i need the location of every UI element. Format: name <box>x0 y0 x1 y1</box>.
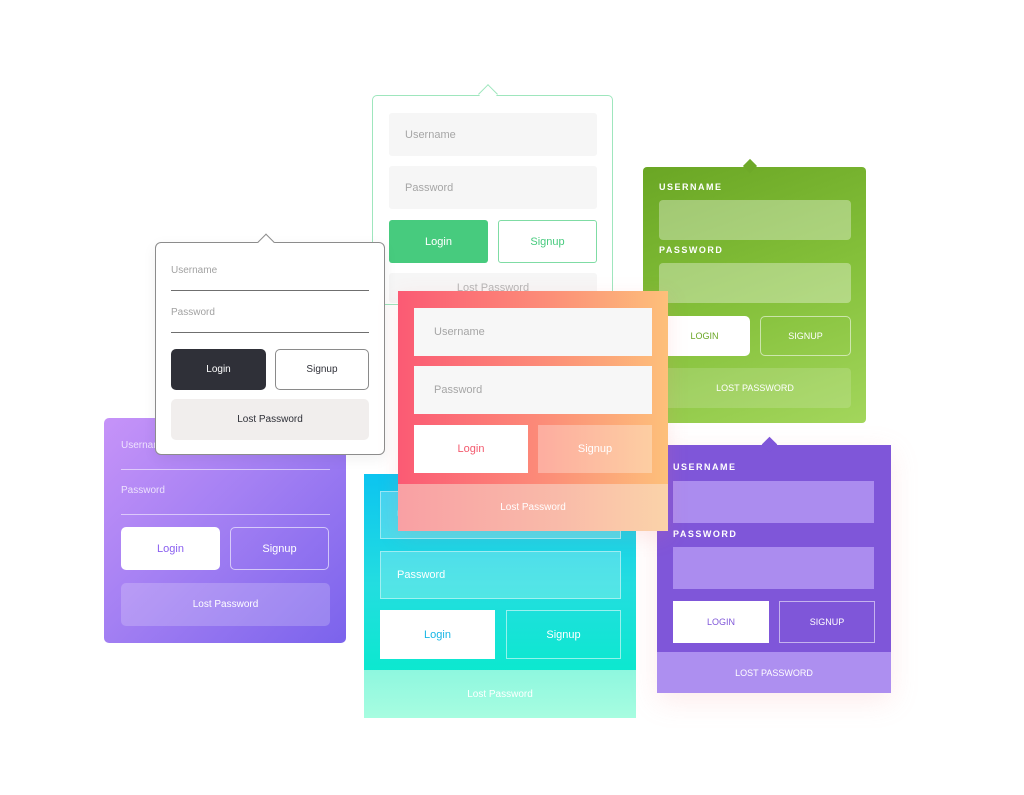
login-card-green: USERNAME PASSWORD LOGIN SIGNUP LOST PASS… <box>643 158 866 423</box>
login-button[interactable]: Login <box>389 220 488 263</box>
login-button[interactable]: Login <box>121 527 220 570</box>
login-card-violet: USERNAME PASSWORD LOGIN SIGNUP LOST PASS… <box>657 436 891 693</box>
signup-button[interactable]: SIGNUP <box>760 316 851 356</box>
username-input[interactable] <box>659 200 851 240</box>
tooltip-arrow <box>257 233 275 251</box>
password-input[interactable]: Password <box>414 366 652 414</box>
password-label: PASSWORD <box>673 529 738 539</box>
lost-password-button[interactable]: Lost Password <box>171 399 369 440</box>
password-input[interactable]: Password <box>389 166 597 209</box>
login-button[interactable]: LOGIN <box>673 601 769 643</box>
username-label: USERNAME <box>673 462 737 472</box>
login-button[interactable]: Login <box>414 425 528 473</box>
tooltip-arrow <box>742 158 758 174</box>
signup-button[interactable]: Signup <box>538 425 652 473</box>
signup-button[interactable]: Signup <box>506 610 621 659</box>
tooltip-arrow <box>761 436 778 453</box>
password-input[interactable]: Password <box>380 551 621 599</box>
username-input[interactable]: Username <box>414 308 652 356</box>
login-card-outline-green: Username Password Login Signup Lost Pass… <box>372 84 613 305</box>
lost-password-button[interactable]: Lost Password <box>398 484 668 531</box>
lost-password-button[interactable]: LOST PASSWORD <box>657 652 891 693</box>
lost-password-button[interactable]: Lost Password <box>121 583 330 626</box>
username-label: USERNAME <box>659 182 723 192</box>
username-input[interactable]: Username <box>389 113 597 156</box>
signup-button[interactable]: Signup <box>275 349 369 390</box>
login-card-coral-gradient: Username Password Login Signup Lost Pass… <box>398 291 668 531</box>
password-input[interactable] <box>659 263 851 303</box>
tooltip-arrow <box>478 84 498 104</box>
password-input[interactable]: Password <box>121 485 330 515</box>
login-card-outline-dark: Username Password Login Signup Lost Pass… <box>155 233 385 455</box>
lost-password-button[interactable]: Lost Password <box>364 670 636 718</box>
lost-password-button[interactable]: LOST PASSWORD <box>659 368 851 408</box>
password-label: PASSWORD <box>659 245 724 255</box>
username-input[interactable]: Username <box>171 265 369 291</box>
password-input[interactable] <box>673 547 874 589</box>
username-input[interactable] <box>673 481 874 523</box>
login-button[interactable]: Login <box>380 610 495 659</box>
login-button[interactable]: LOGIN <box>659 316 750 356</box>
login-button[interactable]: Login <box>171 349 266 390</box>
password-input[interactable]: Password <box>171 307 369 333</box>
signup-button[interactable]: SIGNUP <box>779 601 875 643</box>
signup-button[interactable]: Signup <box>230 527 329 570</box>
signup-button[interactable]: Signup <box>498 220 597 263</box>
